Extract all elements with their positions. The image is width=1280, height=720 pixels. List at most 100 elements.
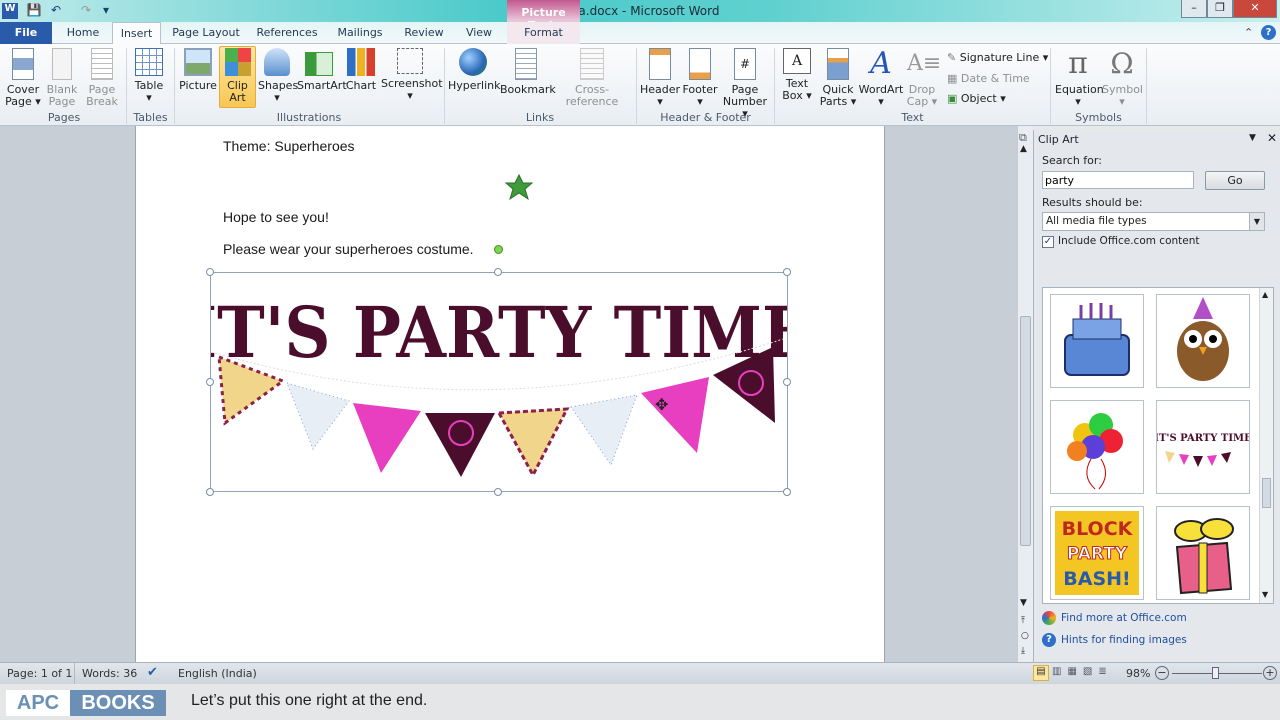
symbol-button[interactable]: Ω Symbol ▾ bbox=[1102, 47, 1143, 108]
pane-icon[interactable]: ⧉ bbox=[1019, 131, 1027, 145]
pane-options-icon[interactable]: ▼ bbox=[1249, 133, 1256, 143]
browse-object-icon[interactable]: ○ bbox=[1021, 631, 1029, 641]
clipart-gift-box[interactable] bbox=[1156, 506, 1250, 600]
table-button[interactable]: Table ▾ bbox=[131, 48, 167, 104]
scroll-down-icon[interactable]: ▼ bbox=[1020, 598, 1027, 608]
date-time-button[interactable]: ▦ Date & Time bbox=[947, 72, 1030, 85]
scrollbar-thumb[interactable] bbox=[1020, 316, 1031, 546]
word-count[interactable]: Words: 36 bbox=[82, 667, 137, 680]
zoom-slider-thumb[interactable] bbox=[1212, 667, 1219, 679]
chart-button[interactable]: Chart bbox=[343, 48, 379, 92]
vertical-scrollbar[interactable]: ▼ ⤒ ○ ⤓ ▲ bbox=[1017, 126, 1033, 662]
doc-line-hope[interactable]: Hope to see you! bbox=[223, 209, 329, 225]
previous-page-icon[interactable]: ⤒ bbox=[1021, 616, 1025, 626]
omega-icon: Ω bbox=[1110, 47, 1134, 80]
party-banner-image[interactable]: IT'S PARTY TIME bbox=[187, 272, 811, 492]
doc-line-theme[interactable]: Theme: Superheroes bbox=[223, 138, 355, 154]
office-com-icon bbox=[1042, 611, 1056, 625]
go-button[interactable]: Go bbox=[1205, 171, 1265, 190]
resize-handle[interactable] bbox=[206, 488, 214, 496]
doc-line-costume[interactable]: Please wear your superheroes costume. bbox=[223, 241, 474, 257]
search-input[interactable] bbox=[1042, 171, 1194, 189]
tab-insert[interactable]: Insert bbox=[112, 22, 161, 45]
print-layout-view-icon[interactable]: ▤ bbox=[1033, 665, 1049, 681]
minimize-ribbon-icon[interactable]: ⌃ bbox=[1244, 26, 1253, 39]
bookmark-button[interactable]: Bookmark bbox=[500, 48, 556, 96]
cross-reference-button[interactable]: Cross-reference bbox=[553, 48, 631, 108]
star-shape[interactable] bbox=[504, 173, 534, 204]
tab-home[interactable]: Home bbox=[60, 22, 106, 44]
header-icon bbox=[649, 48, 671, 80]
hyperlink-button[interactable]: Hyperlink bbox=[448, 48, 501, 92]
resize-handle[interactable] bbox=[206, 268, 214, 276]
include-office-checkbox[interactable]: ✓ bbox=[1042, 236, 1054, 248]
page-break-button[interactable]: Page Break bbox=[83, 48, 121, 108]
language[interactable]: English (India) bbox=[178, 667, 257, 680]
picture-button[interactable]: Picture bbox=[179, 48, 217, 92]
tab-format[interactable]: Format bbox=[507, 22, 580, 44]
resize-handle[interactable] bbox=[494, 268, 502, 276]
header-button[interactable]: Header ▾ bbox=[640, 48, 680, 108]
window-title: Tina.docx - Microsoft Word bbox=[560, 4, 720, 18]
clip-art-button[interactable]: Clip Art bbox=[220, 48, 255, 104]
resize-handle[interactable] bbox=[783, 488, 791, 496]
object-button[interactable]: ▣ Object ▾ bbox=[947, 92, 1006, 105]
tab-references[interactable]: References bbox=[252, 22, 322, 44]
next-page-icon[interactable]: ⤓ bbox=[1021, 646, 1025, 656]
rotate-handle[interactable] bbox=[494, 245, 503, 254]
clip-art-pane: Clip Art ▼ ✕ Search for: Go Results shou… bbox=[1033, 130, 1280, 662]
text-box-button[interactable]: A Text Box ▾ bbox=[778, 48, 816, 102]
results-scroll-thumb[interactable] bbox=[1262, 478, 1271, 508]
results-scrollbar[interactable]: ▲ ▼ bbox=[1259, 288, 1273, 603]
footer-button[interactable]: Footer ▾ bbox=[680, 48, 720, 108]
proofing-icon[interactable]: ✔ bbox=[147, 665, 158, 680]
brand-books: BOOKS bbox=[70, 690, 166, 716]
resize-handle[interactable] bbox=[783, 268, 791, 276]
signature-line-button[interactable]: ✎ Signature Line ▾ bbox=[947, 51, 1048, 64]
help-icon[interactable]: ? bbox=[1261, 25, 1276, 40]
tab-page-layout[interactable]: Page Layout bbox=[168, 22, 244, 44]
scroll-up-icon[interactable]: ▲ bbox=[1262, 290, 1268, 299]
restore-button[interactable]: ❐ bbox=[1207, 0, 1233, 18]
clipart-party-time[interactable]: IT'S PARTY TIME bbox=[1154, 400, 1252, 494]
tab-file[interactable]: File bbox=[0, 22, 52, 44]
resize-handle[interactable] bbox=[494, 488, 502, 496]
scroll-up-icon[interactable]: ▲ bbox=[1020, 144, 1027, 154]
smartart-button[interactable]: SmartArt bbox=[297, 48, 347, 92]
cover-page-button[interactable]: Cover Page ▾ bbox=[4, 48, 42, 108]
clipart-balloons[interactable] bbox=[1050, 400, 1144, 494]
clipart-birthday-cake[interactable] bbox=[1050, 294, 1144, 388]
equation-button[interactable]: π Equation ▾ bbox=[1055, 48, 1104, 108]
page-number-button[interactable]: # Page Number ▾ bbox=[720, 48, 770, 120]
chart-icon bbox=[347, 48, 375, 76]
view-buttons-icon[interactable]: ▥▦▧≣ bbox=[1052, 666, 1113, 677]
mouse-cursor-icon: ✥ bbox=[655, 395, 669, 414]
tab-mailings[interactable]: Mailings bbox=[330, 22, 390, 44]
screenshot-button[interactable]: Screenshot ▾ bbox=[381, 48, 443, 102]
clipart-block-party-bash[interactable]: BLOCK PARTY BASH! bbox=[1050, 506, 1144, 600]
minimize-button[interactable]: – bbox=[1181, 0, 1207, 18]
close-button[interactable]: ✕ bbox=[1233, 0, 1277, 18]
hints-link[interactable]: Hints for finding images bbox=[1061, 634, 1187, 646]
cross-reference-icon bbox=[580, 48, 604, 80]
quick-parts-button[interactable]: Quick Parts ▾ bbox=[818, 48, 858, 108]
wordart-button[interactable]: A WordArt ▾ bbox=[858, 48, 904, 108]
zoom-level[interactable]: 98% bbox=[1126, 667, 1150, 680]
media-type-select[interactable]: All media file types ▼ bbox=[1042, 212, 1265, 231]
zoom-out-icon[interactable]: − bbox=[1155, 666, 1169, 680]
page-count[interactable]: Page: 1 of 1 bbox=[7, 667, 72, 680]
dropdown-arrow-icon[interactable]: ▼ bbox=[1249, 213, 1264, 230]
scroll-down-icon[interactable]: ▼ bbox=[1262, 590, 1268, 599]
pane-close-icon[interactable]: ✕ bbox=[1267, 131, 1277, 145]
resize-handle[interactable] bbox=[783, 378, 791, 386]
clipart-party-owl[interactable] bbox=[1156, 294, 1250, 388]
banner-text: IT'S PARTY TIME bbox=[211, 291, 787, 374]
blank-page-button[interactable]: Blank Page bbox=[44, 48, 80, 108]
resize-handle[interactable] bbox=[206, 378, 214, 386]
drop-cap-button[interactable]: A≡ Drop Cap ▾ bbox=[904, 48, 942, 108]
zoom-in-icon[interactable]: + bbox=[1263, 666, 1277, 680]
shapes-button[interactable]: Shapes ▾ bbox=[258, 48, 298, 104]
tab-review[interactable]: Review bbox=[400, 22, 448, 44]
find-more-link[interactable]: Find more at Office.com bbox=[1061, 612, 1187, 624]
tab-view[interactable]: View bbox=[456, 22, 502, 44]
